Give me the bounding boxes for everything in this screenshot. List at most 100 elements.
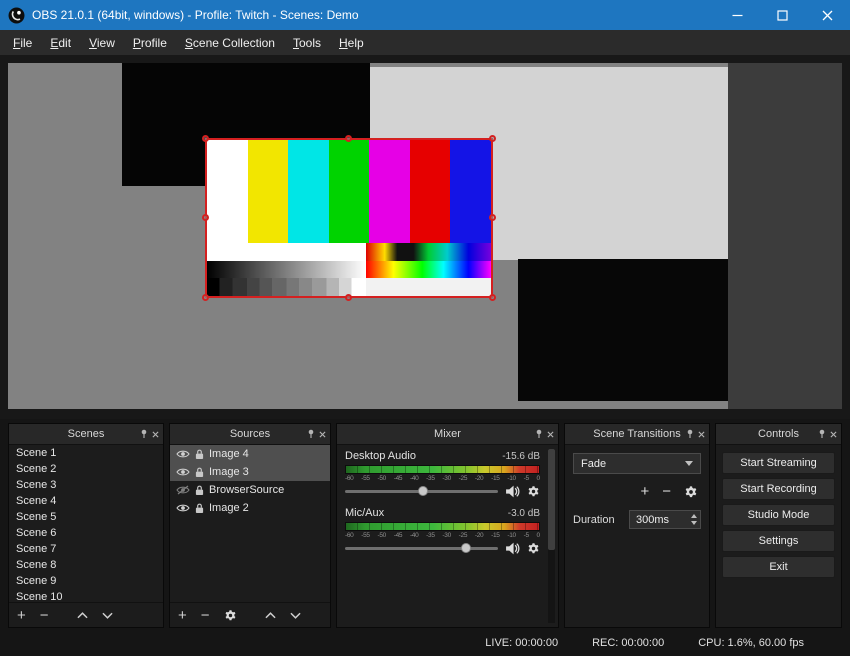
selected-source-colorbars[interactable] [205,138,493,298]
scenes-panel-header[interactable]: Scenes [9,424,163,445]
selection-handle[interactable] [202,214,209,221]
rec-time: REC: 00:00:00 [592,637,664,649]
duration-spinner[interactable]: 300ms [629,510,701,529]
volume-slider-handle[interactable] [418,486,428,496]
speaker-icon[interactable] [505,542,520,555]
add-source-button[interactable]: + [178,608,187,623]
selection-handle[interactable] [345,135,352,142]
scene-list-item[interactable]: Scene 6 [9,525,163,541]
lock-icon[interactable] [195,449,204,460]
menu-item[interactable]: File [4,33,41,53]
selection-handle[interactable] [489,135,496,142]
control-button[interactable]: Settings [722,530,835,552]
selection-handle[interactable] [345,294,352,301]
source-properties-gear-icon[interactable] [224,609,237,622]
visibility-eye-icon[interactable] [176,485,190,495]
menu-item[interactable]: Tools [284,33,330,53]
lock-icon[interactable] [195,503,204,514]
volume-slider[interactable] [345,547,498,550]
spinner-up-icon[interactable] [691,514,697,518]
visibility-eye-icon[interactable] [176,467,190,477]
transition-properties-gear-icon[interactable] [684,485,698,499]
chevron-down-icon [685,461,693,466]
scrollbar-thumb[interactable] [548,449,555,550]
move-scene-up-button[interactable] [77,612,88,619]
controls-panel-header[interactable]: Controls [716,424,841,445]
close-panel-icon[interactable] [152,425,159,443]
pin-icon[interactable] [140,425,148,443]
move-source-down-button[interactable] [290,612,301,619]
close-panel-icon[interactable] [319,425,326,443]
menu-item[interactable]: Edit [41,33,80,53]
duration-value: 300ms [636,514,669,526]
scene-list-item[interactable]: Scene 10 [9,589,163,602]
add-scene-button[interactable]: + [17,608,26,623]
scene-list-item[interactable]: Scene 2 [9,461,163,477]
scene-list-item[interactable]: Scene 7 [9,541,163,557]
visibility-eye-icon[interactable] [176,449,190,459]
source-list-item[interactable]: Image 3 [170,463,330,481]
transition-select[interactable]: Fade [573,453,701,474]
scene-list-item[interactable]: Scene 3 [9,477,163,493]
control-button[interactable]: Studio Mode [722,504,835,526]
mixer-panel-header[interactable]: Mixer [337,424,558,445]
scene-list-item[interactable]: Scene 4 [9,493,163,509]
control-button[interactable]: Start Recording [722,478,835,500]
source-name: Image 2 [209,502,249,514]
remove-source-button[interactable]: − [201,608,210,623]
visibility-eye-icon[interactable] [176,503,190,513]
dock-panels: Scenes Scene 1 Scene 2 Scene 3 Scene 4 S… [0,419,850,630]
scene-canvas[interactable] [8,63,842,409]
scene-black-rect-bottomright[interactable] [518,259,728,401]
pin-icon[interactable] [307,425,315,443]
scene-dark-strip-right [728,63,842,409]
menu-item[interactable]: Profile [124,33,176,53]
close-button[interactable] [805,0,850,30]
spinner-down-icon[interactable] [691,521,697,525]
channel-name: Mic/Aux [345,507,384,519]
menu-item[interactable]: View [80,33,124,53]
move-scene-down-button[interactable] [102,612,113,619]
title-bar: OBS 21.0.1 (64bit, windows) - Profile: T… [0,0,850,30]
volume-slider[interactable] [345,490,498,493]
minimize-button[interactable] [715,0,760,30]
menu-item[interactable]: Scene Collection [176,33,284,53]
maximize-button[interactable] [760,0,805,30]
lock-icon[interactable] [195,467,204,478]
pin-icon[interactable] [535,425,543,443]
close-panel-icon[interactable] [547,425,554,443]
selection-handle[interactable] [202,135,209,142]
gear-icon[interactable] [527,542,540,555]
speaker-icon[interactable] [505,485,520,498]
menu-item[interactable]: Help [330,33,373,53]
selection-handle[interactable] [202,294,209,301]
scene-list-item[interactable]: Scene 1 [9,445,163,461]
pin-icon[interactable] [686,425,694,443]
transitions-panel-header[interactable]: Scene Transitions [565,424,709,445]
obs-logo-icon[interactable] [8,7,25,24]
source-list-item[interactable]: BrowserSource [170,481,330,499]
sources-panel-header[interactable]: Sources [170,424,330,445]
controls-panel: Controls Start Streaming Start Recording… [715,423,842,628]
scene-list-item[interactable]: Scene 9 [9,573,163,589]
close-panel-icon[interactable] [698,425,705,443]
source-list-item[interactable]: Image 2 [170,499,330,517]
source-list-item[interactable]: Image 4 [170,445,330,463]
remove-scene-button[interactable]: − [40,608,49,623]
gear-icon[interactable] [527,485,540,498]
scene-list-item[interactable]: Scene 8 [9,557,163,573]
lock-icon[interactable] [195,485,204,496]
control-button[interactable]: Exit [722,556,835,578]
move-source-up-button[interactable] [265,612,276,619]
remove-transition-button[interactable]: − [662,484,671,499]
control-button[interactable]: Start Streaming [722,452,835,474]
volume-slider-handle[interactable] [461,543,471,553]
selection-handle[interactable] [489,294,496,301]
scene-list-item[interactable]: Scene 5 [9,509,163,525]
close-panel-icon[interactable] [830,425,837,443]
pin-icon[interactable] [818,425,826,443]
selection-handle[interactable] [489,214,496,221]
add-transition-button[interactable]: + [640,484,649,499]
mixer-scrollbar[interactable] [548,449,555,623]
transition-selected-value: Fade [581,458,606,470]
